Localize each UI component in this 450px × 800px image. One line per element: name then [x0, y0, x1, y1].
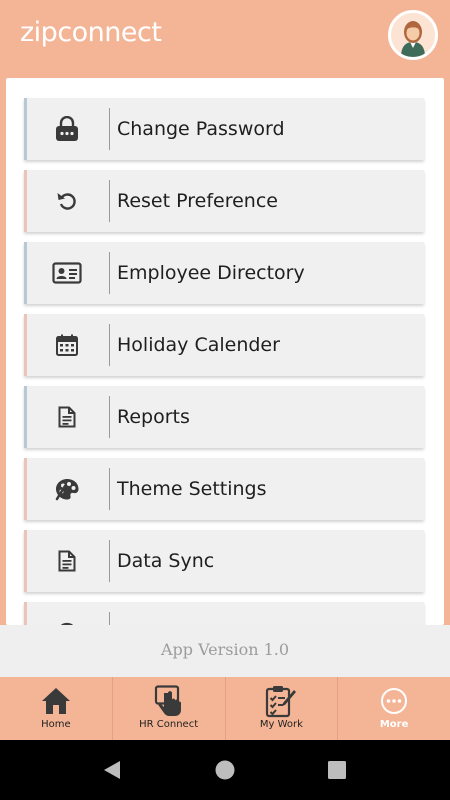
bottom-nav: Home HR Connect My Work More: [0, 677, 450, 740]
tab-home[interactable]: Home: [0, 677, 113, 740]
menu-item-label: Change Password: [117, 118, 285, 140]
menu-item-theme-settings[interactable]: Theme Settings: [24, 458, 424, 520]
menu-item-pending-promotional-activity[interactable]: Pending Promotional Activity: [24, 602, 424, 625]
menu-item-change-password[interactable]: Change Password: [24, 98, 424, 160]
document-icon: [58, 406, 76, 428]
system-recents-button[interactable]: [307, 740, 367, 800]
tab-label: HR Connect: [139, 719, 199, 730]
app-version: App Version 1.0: [0, 625, 450, 677]
touch-icon: [154, 685, 181, 716]
tab-hr-connect[interactable]: HR Connect: [113, 677, 226, 740]
system-nav-bar: [0, 740, 450, 800]
menu-item-employee-directory[interactable]: Employee Directory: [24, 242, 424, 304]
clipboard-checklist-icon: [266, 686, 297, 718]
palette-icon: [55, 479, 79, 501]
menu-item-label: Pending Promotional Activity: [117, 602, 390, 625]
document-icon: [58, 550, 76, 572]
tab-label: More: [379, 719, 409, 730]
lock-icon: [56, 116, 78, 141]
menu-item-reports[interactable]: Reports: [24, 386, 424, 448]
tab-label: Home: [41, 719, 71, 730]
back-triangle-icon: [104, 761, 120, 779]
menu-item-label: Data Sync: [117, 550, 215, 572]
home-icon: [41, 688, 70, 714]
user-avatar[interactable]: [388, 10, 438, 60]
tab-my-work[interactable]: My Work: [226, 677, 339, 740]
app-header: zipconnect: [0, 0, 450, 70]
menu-item-holiday-calender[interactable]: Holiday Calender: [24, 314, 424, 376]
menu-item-reset-preference[interactable]: Reset Preference: [24, 170, 424, 232]
id-card-icon: [52, 262, 82, 284]
more-dots-icon: [381, 688, 408, 714]
menu-item-label: Reset Preference: [117, 190, 278, 212]
menu-item-label: Holiday Calender: [117, 334, 280, 356]
tab-more[interactable]: More: [338, 677, 450, 740]
menu-item-label: Reports: [117, 406, 190, 428]
menu-item-label: Theme Settings: [117, 478, 267, 500]
system-home-button[interactable]: [195, 740, 255, 800]
menu-item-label: Employee Directory: [117, 262, 305, 284]
menu-item-data-sync[interactable]: Data Sync: [24, 530, 424, 592]
tab-label: My Work: [259, 719, 303, 730]
reset-icon: [57, 193, 76, 210]
female-user-avatar-icon: [391, 13, 435, 57]
recents-square-icon: [328, 761, 346, 779]
calendar-icon: [56, 334, 78, 356]
menu-panel: Change Password Reset Preference Employe…: [6, 78, 444, 625]
app-logo: zipconnect: [20, 17, 162, 48]
home-circle-icon: [215, 760, 235, 780]
system-back-button[interactable]: [82, 740, 142, 800]
